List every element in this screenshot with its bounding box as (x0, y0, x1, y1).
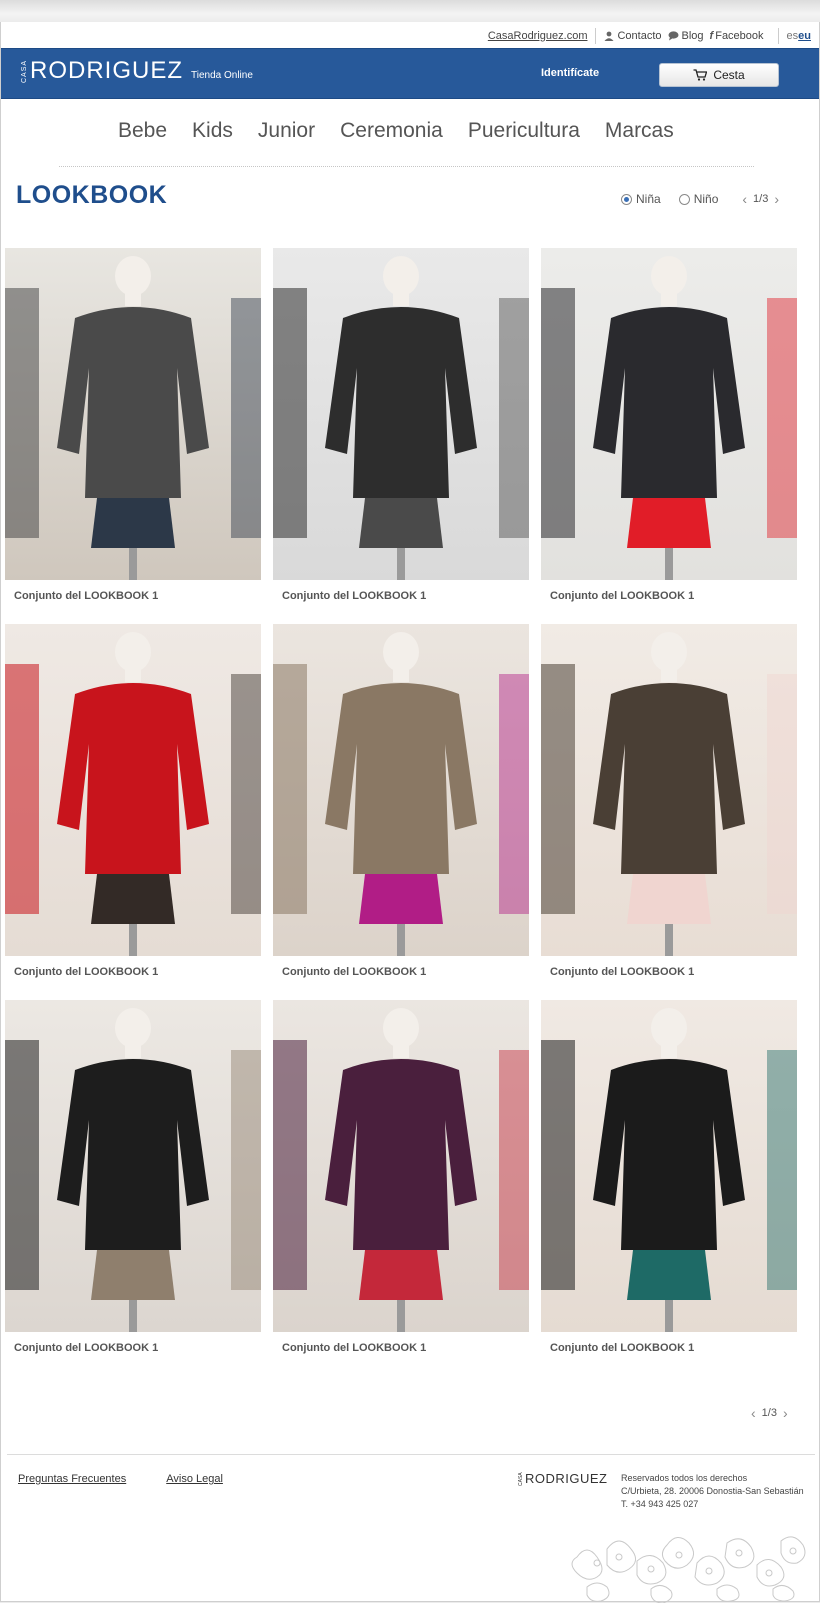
footer-links: Preguntas Frecuentes Aviso Legal (18, 1473, 263, 1485)
lookbook-item[interactable]: Conjunto del LOOKBOOK 1 (5, 1000, 261, 1354)
item-caption[interactable]: Conjunto del LOOKBOOK 1 (550, 590, 797, 602)
facebook-link[interactable]: f Facebook (710, 30, 764, 42)
lookbook-item[interactable]: Conjunto del LOOKBOOK 1 (541, 248, 797, 602)
footer-logo-name: RODRIGUEZ (525, 1471, 608, 1486)
category-marcas[interactable]: Marcas (605, 119, 674, 143)
filter-nino[interactable]: Niño (678, 192, 719, 206)
lang-es[interactable]: es (787, 30, 799, 42)
outfit-photo[interactable] (5, 624, 261, 956)
lookbook-item[interactable]: Conjunto del LOOKBOOK 1 (273, 624, 529, 978)
page: CasaRodriguez.com Contacto Blog f Facebo… (0, 22, 820, 1603)
outfit-illustration (5, 256, 261, 580)
faq-link[interactable]: Preguntas Frecuentes (18, 1473, 126, 1485)
divider (595, 28, 597, 44)
item-caption[interactable]: Conjunto del LOOKBOOK 1 (282, 966, 529, 978)
divider (777, 28, 779, 44)
logo-name: RODRIGUEZ (30, 57, 183, 84)
item-caption[interactable]: Conjunto del LOOKBOOK 1 (550, 1342, 797, 1354)
facebook-icon: f (709, 30, 714, 42)
item-caption[interactable]: Conjunto del LOOKBOOK 1 (14, 966, 261, 978)
lookbook-item[interactable]: Conjunto del LOOKBOOK 1 (5, 248, 261, 602)
cart-icon (693, 69, 708, 81)
outfit-photo[interactable] (541, 248, 797, 580)
outfit-photo[interactable] (541, 624, 797, 956)
footer-logo-casa: CASA (518, 1472, 524, 1486)
address-text: C/Urbieta, 28. 20006 Donostia-San Sebast… (621, 1486, 804, 1496)
page-indicator: 1/3 (761, 1407, 777, 1419)
radio-icon[interactable] (678, 193, 690, 205)
category-nav: Bebe Kids Junior Ceremonia Puericultura Marca… (1, 99, 819, 161)
item-caption[interactable]: Conjunto del LOOKBOOK 1 (282, 590, 529, 602)
outfit-photo[interactable] (5, 1000, 261, 1332)
language-switcher: eseu (787, 30, 811, 42)
floral-decoration (571, 1536, 806, 1603)
outfit-illustration (273, 1008, 529, 1332)
lookbook-item[interactable]: Conjunto del LOOKBOOK 1 (273, 248, 529, 602)
item-caption[interactable]: Conjunto del LOOKBOOK 1 (550, 966, 797, 978)
page-indicator: 1/3 (753, 193, 769, 205)
footer-logo: CASA RODRIGUEZ (518, 1471, 608, 1486)
filter-nina[interactable]: Niña (621, 192, 661, 206)
chevron-right-icon[interactable]: › (774, 191, 779, 207)
blog-label: Blog (681, 30, 704, 42)
lang-eu[interactable]: eu (798, 30, 811, 42)
outfit-photo[interactable] (273, 1000, 529, 1332)
category-junior[interactable]: Junior (258, 119, 315, 143)
outfit-photo[interactable] (5, 248, 261, 580)
login-link[interactable]: Identifícate (541, 67, 599, 79)
contact-label: Contacto (617, 30, 662, 42)
footer-address: Reservados todos los derechos C/Urbieta,… (621, 1472, 819, 1511)
gender-filter: Niña Niño ‹ 1/3 › (621, 191, 785, 207)
item-caption[interactable]: Conjunto del LOOKBOOK 1 (14, 1342, 261, 1354)
outfit-illustration (541, 632, 797, 956)
bottom-pager: ‹ 1/3 › (745, 1405, 794, 1421)
cart-label: Cesta (713, 68, 745, 82)
category-ceremonia[interactable]: Ceremonia (340, 119, 443, 143)
outfit-illustration (5, 632, 261, 956)
radio-icon[interactable] (621, 193, 632, 205)
logo[interactable]: CASA RODRIGUEZ Tienda Online (21, 57, 253, 84)
lookbook-header: LOOKBOOK Niña Niño ‹ 1/3 › (1, 161, 819, 217)
category-puericultura[interactable]: Puericultura (468, 119, 580, 143)
cart-button[interactable]: Cesta (659, 63, 779, 87)
outfit-illustration (541, 256, 797, 580)
category-kids[interactable]: Kids (192, 119, 233, 143)
logo-tagline: Tienda Online (191, 70, 253, 81)
item-caption[interactable]: Conjunto del LOOKBOOK 1 (14, 590, 261, 602)
pager: ‹ 1/3 › (736, 191, 785, 207)
speech-bubble-icon (668, 31, 679, 41)
outfit-photo[interactable] (273, 248, 529, 580)
chevron-left-icon[interactable]: ‹ (751, 1405, 756, 1421)
facebook-label: Facebook (715, 30, 764, 42)
outfit-illustration (541, 1008, 797, 1332)
chevron-left-icon[interactable]: ‹ (742, 191, 747, 207)
outfit-illustration (273, 632, 529, 956)
site-header: CASA RODRIGUEZ Tienda Online Identifícat… (1, 48, 819, 99)
lookbook-item[interactable]: Conjunto del LOOKBOOK 1 (273, 1000, 529, 1354)
legal-link[interactable]: Aviso Legal (166, 1473, 223, 1485)
outfit-illustration (5, 1008, 261, 1332)
filter-label: Niño (693, 192, 719, 206)
lookbook-item[interactable]: Conjunto del LOOKBOOK 1 (541, 1000, 797, 1354)
outfit-photo[interactable] (541, 1000, 797, 1332)
outfit-photo[interactable] (273, 624, 529, 956)
item-caption[interactable]: Conjunto del LOOKBOOK 1 (282, 1342, 529, 1354)
site-link[interactable]: CasaRodriguez.com (488, 30, 588, 42)
lookbook-item[interactable]: Conjunto del LOOKBOOK 1 (541, 624, 797, 978)
page-title: LOOKBOOK (16, 181, 168, 209)
category-bebe[interactable]: Bebe (118, 119, 167, 143)
user-icon (604, 31, 614, 41)
contact-link[interactable]: Contacto (604, 30, 662, 42)
blog-link[interactable]: Blog (668, 30, 704, 42)
rights-text: Reservados todos los derechos (621, 1473, 748, 1483)
outfit-illustration (273, 256, 529, 580)
footer-divider (7, 1454, 815, 1455)
chevron-right-icon[interactable]: › (783, 1405, 788, 1421)
lookbook-item[interactable]: Conjunto del LOOKBOOK 1 (5, 624, 261, 978)
logo-casa: CASA (21, 59, 28, 83)
filter-label: Niña (636, 192, 661, 206)
top-utility-bar: CasaRodriguez.com Contacto Blog f Facebo… (1, 22, 819, 48)
phone-text: T. +34 943 425 027 (621, 1499, 699, 1509)
